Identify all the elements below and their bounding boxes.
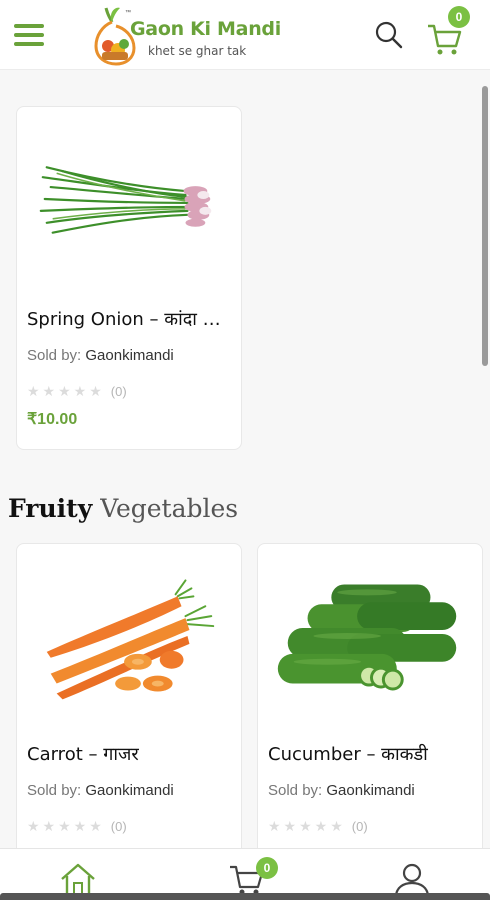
rating: ★★★★★ (0) (27, 818, 127, 835)
brand-tagline: khet se ghar tak (148, 44, 247, 58)
account-icon (394, 863, 430, 897)
product-image-cucumber (277, 584, 457, 691)
rating-count: (0) (351, 819, 368, 834)
home-icon (61, 863, 95, 897)
sold-by-label: Sold by: (268, 782, 323, 799)
product-price: ₹10.00 (27, 411, 78, 428)
system-gesture-bar (0, 893, 490, 900)
product-card-carrot[interactable]: Carrot – गाजर Sold by: Gaonkimandi ★★★★★… (16, 543, 242, 863)
product-image-carrot (46, 579, 215, 700)
rating: ★★★★★ (0) (27, 383, 127, 400)
sold-by-label: Sold by: (27, 347, 82, 364)
rating: ★★★★★ (0) (268, 818, 368, 835)
search-icon (375, 21, 403, 49)
rating-count: (0) (110, 384, 127, 399)
menu-icon[interactable] (14, 24, 44, 48)
sold-by-label: Sold by: (27, 782, 82, 799)
product-card-spring-onion[interactable]: Spring Onion – कांदा … Sold by: Gaonkima… (16, 106, 242, 450)
nav-cart-count-badge: 0 (256, 857, 278, 879)
product-seller: Sold by: Gaonkimandi (27, 782, 174, 799)
cart-count-badge: 0 (448, 6, 470, 28)
brand-name: Gaon Ki Mandi (130, 18, 281, 40)
product-name[interactable]: Cucumber – काकडी (268, 742, 474, 766)
product-seller: Sold by: Gaonkimandi (27, 347, 174, 364)
product-name[interactable]: Carrot – गाजर (27, 742, 233, 766)
rating-stars-icon: ★★★★★ (27, 383, 105, 399)
seller-name[interactable]: Gaonkimandi (85, 782, 173, 799)
trademark-symbol: ™ (125, 10, 131, 16)
rating-count: (0) (110, 819, 127, 834)
seller-name[interactable]: Gaonkimandi (326, 782, 414, 799)
section-title-strong: Fruity (8, 494, 93, 523)
brand-logo[interactable]: ™ Gaon Ki Mandi khet se ghar tak (94, 4, 284, 66)
product-image-spring-onion (39, 166, 212, 234)
product-card-cucumber[interactable]: Cucumber – काकडी Sold by: Gaonkimandi ★★… (257, 543, 483, 863)
section-title-light: Vegetables (100, 494, 239, 523)
rating-stars-icon: ★★★★★ (27, 818, 105, 834)
seller-name[interactable]: Gaonkimandi (85, 347, 173, 364)
app-header: ™ Gaon Ki Mandi khet se ghar tak 0 (0, 0, 490, 70)
product-name[interactable]: Spring Onion – कांदा … (27, 307, 233, 331)
search-button[interactable] (372, 18, 406, 52)
scrollbar[interactable] (482, 86, 488, 366)
section-title: Fruity Vegetables (8, 494, 238, 523)
product-seller: Sold by: Gaonkimandi (268, 782, 415, 799)
rating-stars-icon: ★★★★★ (268, 818, 346, 834)
cart-button[interactable]: 0 (424, 6, 472, 55)
